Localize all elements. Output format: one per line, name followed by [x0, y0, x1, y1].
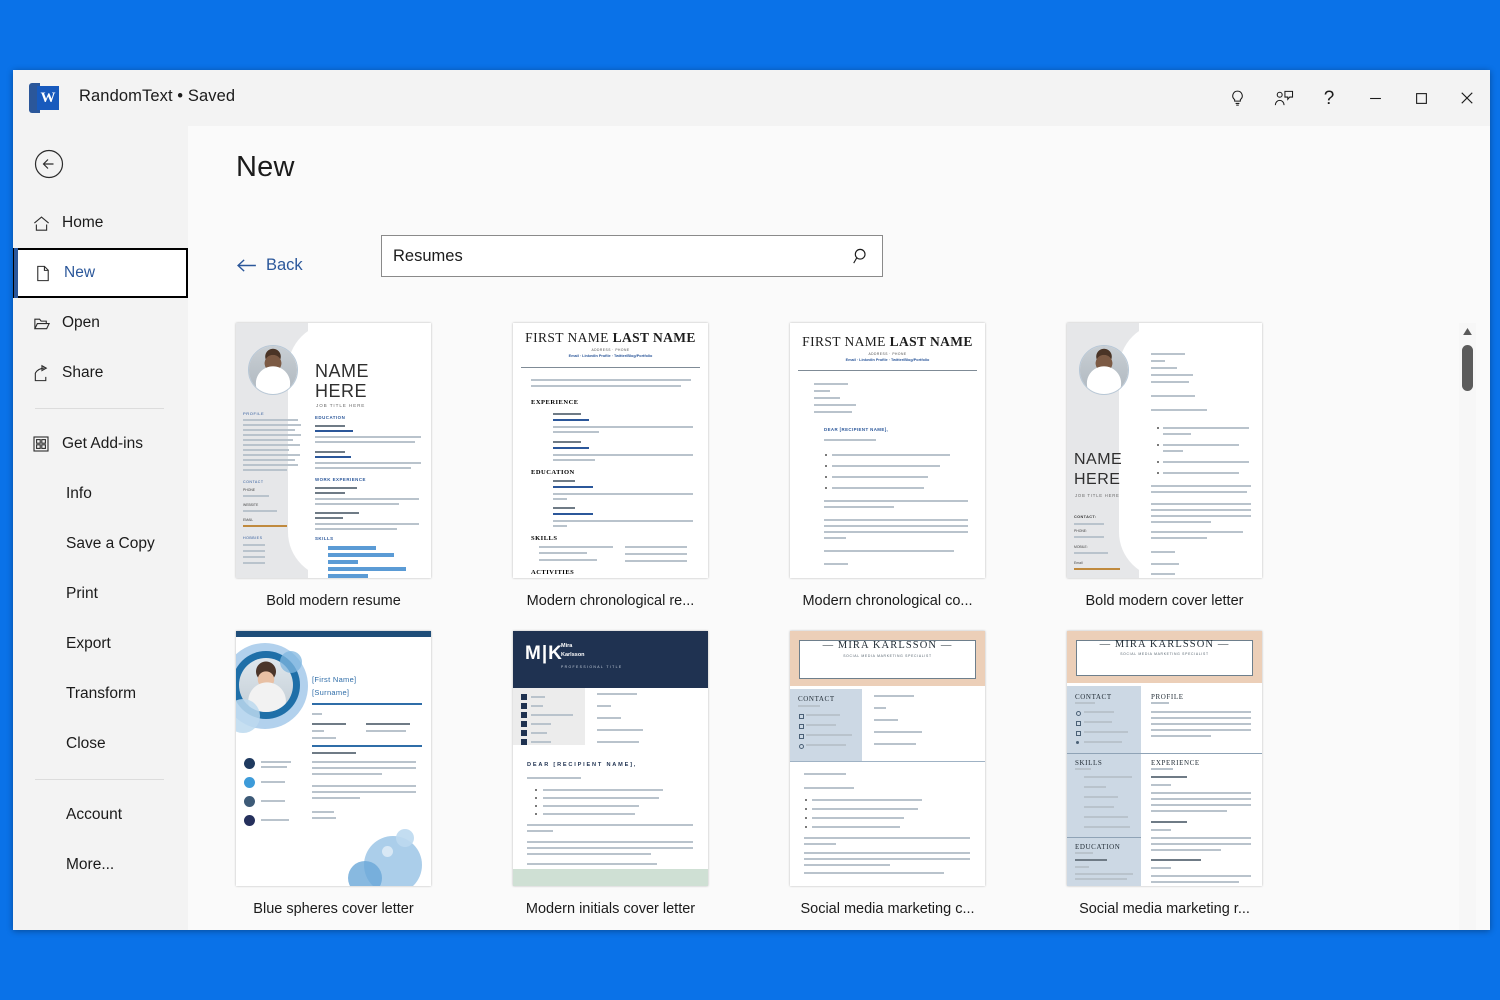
backstage-sidebar: Home New Open Share Get Add-ins Info Sav…	[13, 126, 188, 930]
sidebar-item-new[interactable]: New	[13, 248, 188, 298]
back-circle-button[interactable]	[31, 146, 67, 182]
sidebar-item-label: Open	[62, 314, 100, 331]
help-glyph: ?	[1323, 87, 1335, 109]
template-thumbnail[interactable]: NAME HERE JOB TITLE HERE CONTACT: PHONE:…	[1067, 323, 1262, 578]
back-button-label: Back	[266, 256, 303, 274]
sidebar-item-account[interactable]: Account	[13, 790, 188, 840]
home-icon	[32, 214, 62, 233]
search-input[interactable]	[382, 235, 840, 277]
word-backstage-window: W RandomText • Saved ? Home New Open Sha…	[13, 70, 1490, 930]
sidebar-item-print[interactable]: Print	[13, 569, 188, 619]
feedback-person-icon[interactable]	[1260, 78, 1306, 118]
sidebar-item-home[interactable]: Home	[13, 198, 188, 248]
word-app-icon: W	[29, 83, 59, 113]
template-card-bold-modern-cover[interactable]: NAME HERE JOB TITLE HERE CONTACT: PHONE:…	[1067, 323, 1262, 609]
template-card-modern-initials-cover[interactable]: M|K Mira Karlsson PROFESSIONAL TITLE DEA…	[513, 631, 708, 917]
template-label: Bold modern resume	[266, 593, 401, 609]
sidebar-item-label: Home	[62, 214, 104, 231]
template-card-blue-spheres-cover[interactable]: [First Name] [Surname] Blue spheres cove…	[236, 631, 431, 917]
sidebar-item-more[interactable]: More...	[13, 840, 188, 890]
search-row: Back	[236, 235, 883, 277]
scroll-up-arrow-icon[interactable]	[1459, 323, 1476, 340]
template-thumbnail[interactable]: — MIRA KARLSSON — SOCIAL MEDIA MARKETING…	[1067, 631, 1262, 886]
template-search-box[interactable]	[381, 235, 883, 277]
close-button[interactable]	[1444, 78, 1490, 118]
maximize-button[interactable]	[1398, 78, 1444, 118]
template-card-modern-chronological-resume[interactable]: FIRST NAME LAST NAME ADDRESS · PHONE Ema…	[513, 323, 708, 609]
template-scrollbar[interactable]	[1459, 323, 1476, 930]
scrollbar-thumb[interactable]	[1462, 345, 1473, 391]
template-card-social-media-cover[interactable]: — MIRA KARLSSON — SOCIAL MEDIA MARKETING…	[790, 631, 985, 917]
arrow-left-icon	[236, 258, 257, 273]
sidebar-nav-list: Home New Open Share Get Add-ins Info Sav…	[13, 198, 188, 890]
template-thumbnail[interactable]: — MIRA KARLSSON — SOCIAL MEDIA MARKETING…	[790, 631, 985, 886]
sidebar-item-label: Close	[66, 735, 106, 752]
share-icon	[32, 364, 62, 383]
template-card-bold-modern-resume[interactable]: PROFILE CONTACT PHONE WEBSITE EMAIL HOBB…	[236, 323, 431, 609]
template-card-modern-chronological-cover[interactable]: FIRST NAME LAST NAME ADDRESS · PHONE Ema…	[790, 323, 985, 609]
title-bar: W RandomText • Saved ?	[13, 70, 1490, 126]
sidebar-item-label: Info	[66, 485, 92, 502]
template-row: PROFILE CONTACT PHONE WEBSITE EMAIL HOBB…	[236, 323, 1426, 609]
sidebar-item-label: Save a Copy	[66, 535, 155, 552]
sidebar-item-label: New	[64, 264, 96, 281]
sidebar-item-export[interactable]: Export	[13, 619, 188, 669]
template-label: Modern initials cover letter	[525, 901, 696, 917]
add-ins-icon	[32, 435, 62, 453]
sidebar-item-save-a-copy[interactable]: Save a Copy	[13, 519, 188, 569]
sidebar-item-close[interactable]: Close	[13, 719, 188, 769]
template-label: Social media marketing r...	[1079, 901, 1250, 917]
template-label: Modern chronological re...	[526, 593, 695, 609]
backstage-content: New Back Resumes PROFILE CONTACT PHONE W…	[188, 126, 1490, 930]
sidebar-item-label: Account	[66, 806, 123, 823]
sidebar-item-share[interactable]: Share	[13, 348, 188, 398]
template-label: Blue spheres cover letter	[253, 901, 414, 917]
template-row: [First Name] [Surname] Blue spheres cove…	[236, 631, 1426, 917]
titlebar-actions: ?	[1214, 70, 1490, 126]
sidebar-item-transform[interactable]: Transform	[13, 669, 188, 719]
selection-accent-bar	[14, 248, 18, 298]
sidebar-item-open[interactable]: Open	[13, 298, 188, 348]
template-card-social-media-resume[interactable]: — MIRA KARLSSON — SOCIAL MEDIA MARKETING…	[1067, 631, 1262, 917]
sidebar-item-label: Print	[66, 585, 98, 602]
sidebar-item-label: Transform	[66, 685, 137, 702]
template-thumbnail[interactable]: M|K Mira Karlsson PROFESSIONAL TITLE DEA…	[513, 631, 708, 886]
sidebar-item-label: Get Add-ins	[62, 435, 143, 452]
template-thumbnail[interactable]: FIRST NAME LAST NAME ADDRESS · PHONE Ema…	[790, 323, 985, 578]
page-title: New	[236, 151, 295, 183]
sidebar-divider-1	[35, 408, 164, 409]
sidebar-item-get-add-ins[interactable]: Get Add-ins	[13, 419, 188, 469]
template-grid: PROFILE CONTACT PHONE WEBSITE EMAIL HOBB…	[236, 323, 1426, 917]
sidebar-item-label: Export	[66, 635, 111, 652]
document-title: RandomText • Saved	[79, 87, 236, 105]
sidebar-item-info[interactable]: Info	[13, 469, 188, 519]
template-label: Social media marketing c...	[800, 901, 975, 917]
minimize-button[interactable]	[1352, 78, 1398, 118]
template-label: Bold modern cover letter	[1085, 593, 1244, 609]
open-folder-icon	[32, 314, 62, 333]
sidebar-divider-2	[35, 779, 164, 780]
sidebar-item-label: More...	[66, 856, 115, 873]
sidebar-item-label: Share	[62, 364, 104, 381]
template-label: Modern chronological co...	[802, 593, 973, 609]
template-thumbnail[interactable]: FIRST NAME LAST NAME ADDRESS · PHONE Ema…	[513, 323, 708, 578]
help-question-icon[interactable]: ?	[1306, 78, 1352, 118]
new-document-icon	[34, 264, 64, 283]
template-thumbnail[interactable]: PROFILE CONTACT PHONE WEBSITE EMAIL HOBB…	[236, 323, 431, 578]
tell-me-lightbulb-icon[interactable]	[1214, 78, 1260, 118]
back-button[interactable]: Back	[236, 256, 303, 275]
search-icon[interactable]	[840, 247, 882, 266]
template-thumbnail[interactable]: [First Name] [Surname]	[236, 631, 431, 886]
